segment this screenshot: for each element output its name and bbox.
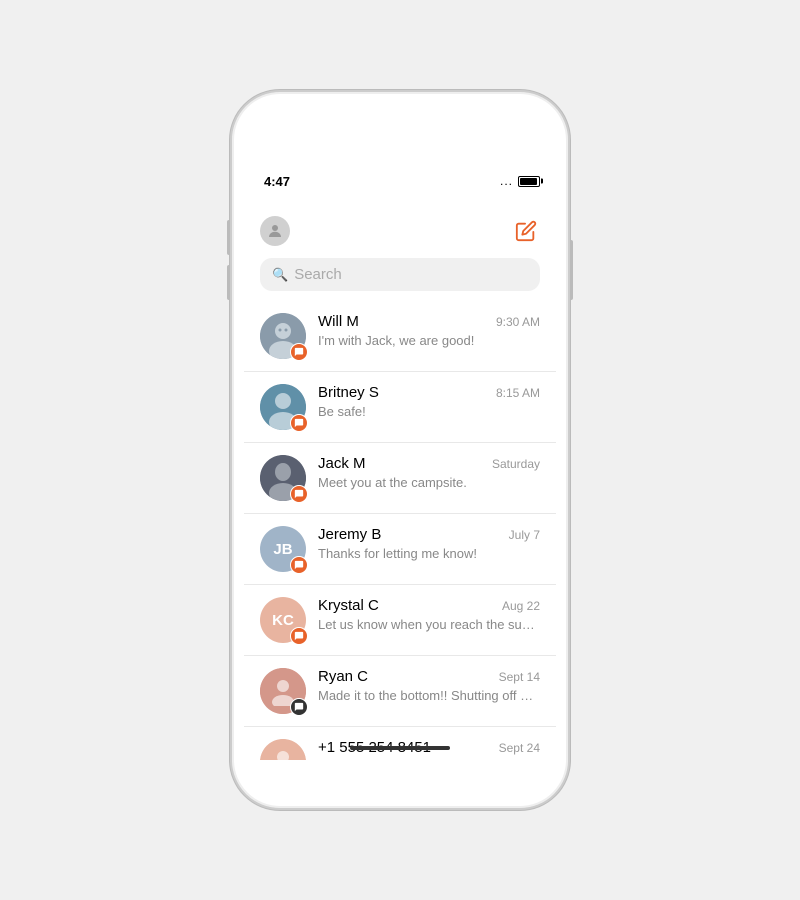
message-top: Will M 9:30 AM [318,313,540,330]
message-preview: Let us know when you reach the summit! [318,617,540,632]
volume-down-button [227,265,230,300]
status-time: 4:47 [264,174,290,189]
search-bar[interactable]: 🔍 Search [260,258,540,291]
search-placeholder: Search [294,266,342,283]
message-preview: Meet you at the campsite. [318,475,540,490]
avatar-container [260,739,306,760]
power-button [570,240,573,300]
message-badge [290,485,308,503]
message-time: Sept 14 [499,670,540,684]
message-badge [290,414,308,432]
message-content: Jeremy B July 7 Thanks for letting me kn… [318,526,540,561]
conversation-item[interactable]: Will M 9:30 AM I'm with Jack, we are goo… [244,301,556,372]
message-top: Britney S 8:15 AM [318,384,540,401]
message-content: Will M 9:30 AM I'm with Jack, we are goo… [318,313,540,348]
home-indicator [350,746,450,750]
battery-fill [520,178,537,185]
conversation-item[interactable]: Jack M Saturday Meet you at the campsite… [244,443,556,514]
search-icon: 🔍 [272,267,288,283]
message-preview: Be safe! [318,404,540,419]
message-content: Britney S 8:15 AM Be safe! [318,384,540,419]
contact-avatar [260,739,306,760]
conversation-item[interactable]: JB Jeremy B July 7 Thanks for letting me… [244,514,556,585]
message-content: Jack M Saturday Meet you at the campsite… [318,455,540,490]
contact-name: Krystal C [318,597,379,614]
message-top: Jack M Saturday [318,455,540,472]
message-time: Saturday [492,457,540,471]
contact-name: Britney S [318,384,379,401]
message-time: 9:30 AM [496,315,540,329]
avatar-container [260,455,306,501]
volume-up-button [227,220,230,255]
message-dark-badge [290,698,308,716]
message-content: Krystal C Aug 22 Let us know when you re… [318,597,540,632]
signal-dots: ... [500,174,513,188]
initials: JB [273,541,292,558]
message-preview: Made it to the bottom!! Shutting off now… [318,688,540,703]
message-badge [290,343,308,361]
message-time: Sept 24 [499,741,540,755]
conversation-item[interactable]: KC Krystal C Aug 22 Let us know when you… [244,585,556,656]
phone-frame: 4:47 ... [230,90,570,810]
message-top: Krystal C Aug 22 [318,597,540,614]
profile-avatar[interactable] [260,216,290,246]
avatar-container [260,384,306,430]
message-preview: Thanks for letting me know! [318,546,540,561]
status-icons: ... [500,174,540,188]
contact-name: Jack M [318,455,366,472]
status-bar: 4:47 ... [244,162,556,206]
contact-name: Ryan C [318,668,368,685]
contact-name: Will M [318,313,359,330]
message-preview: I'm with Jack, we are good! [318,333,540,348]
conversation-item[interactable]: Ryan C Sept 14 Made it to the bottom!! S… [244,656,556,727]
message-top: Ryan C Sept 14 [318,668,540,685]
avatar-container: KC [260,597,306,643]
contact-name: Jeremy B [318,526,381,543]
messages-list: Will M 9:30 AM I'm with Jack, we are goo… [244,301,556,760]
avatar-container [260,313,306,359]
app-header [244,206,556,254]
phone-screen: 4:47 ... [244,162,556,760]
conversation-item[interactable]: +1 555 254 8451 Sept 24 [244,727,556,760]
message-badge [290,556,308,574]
message-content: Ryan C Sept 14 Made it to the bottom!! S… [318,668,540,703]
message-top: Jeremy B July 7 [318,526,540,543]
message-time: July 7 [509,528,540,542]
message-badge [290,627,308,645]
avatar-container: JB [260,526,306,572]
compose-button[interactable] [512,217,540,245]
initials: KC [272,612,294,629]
message-time: 8:15 AM [496,386,540,400]
battery-icon [518,176,540,187]
conversation-item[interactable]: Britney S 8:15 AM Be safe! [244,372,556,443]
message-time: Aug 22 [502,599,540,613]
avatar-container [260,668,306,714]
